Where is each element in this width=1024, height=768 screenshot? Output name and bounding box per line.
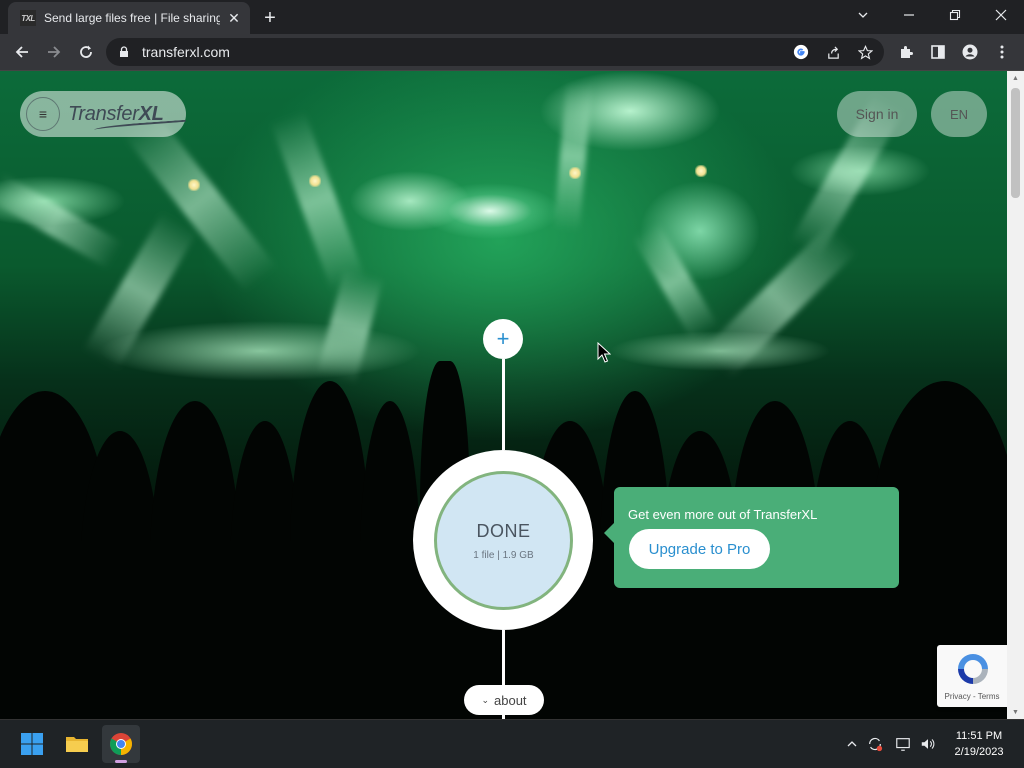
sync-icon[interactable] [866, 735, 884, 753]
minimize-button[interactable] [886, 0, 932, 30]
sign-in-button[interactable]: Sign in [837, 91, 917, 137]
logo-text-regular: Transfer [68, 102, 139, 125]
logo-pill: ≡ TransferXL [20, 91, 187, 137]
mouse-cursor-icon [597, 342, 611, 363]
system-clock[interactable]: 11:51 PM 2/19/2023 [944, 728, 1014, 760]
stage-light [695, 165, 707, 177]
recaptcha-badge[interactable]: Privacy - Terms [937, 645, 1007, 707]
chevron-up-icon[interactable] [843, 735, 861, 753]
stage-light [569, 167, 581, 179]
share-icon[interactable] [824, 43, 842, 61]
stage-light-beam [0, 173, 124, 269]
upgrade-button[interactable]: Upgrade to Pro [629, 529, 770, 569]
windows-taskbar: 11:51 PM 2/19/2023 [0, 719, 1024, 768]
stage-light-beam [632, 221, 718, 341]
tab-title: Send large files free | File sharing [44, 11, 220, 25]
transfer-status-circle[interactable]: DONE 1 file | 1.9 GB [434, 471, 573, 610]
stage-light-beam [270, 110, 366, 292]
about-button[interactable]: ⌄ about [464, 685, 544, 715]
promo-text: Get even more out of TransferXL [628, 507, 818, 522]
browser-toolbar: transferxl.com [0, 34, 1024, 71]
forward-icon[interactable] [40, 38, 68, 66]
recaptcha-icon [958, 654, 988, 684]
more-icon[interactable] [988, 38, 1016, 66]
google-icon[interactable] [792, 43, 810, 61]
stage-light [188, 179, 200, 191]
chevron-down-icon: ⌄ [481, 694, 489, 705]
recaptcha-links[interactable]: Privacy - Terms [937, 692, 1007, 701]
restore-button[interactable] [932, 0, 978, 30]
chrome-icon[interactable] [102, 725, 140, 763]
language-button[interactable]: EN [931, 91, 987, 137]
timeline-line [502, 359, 505, 450]
page-content: ≡ TransferXL Sign in EN + DONE 1 file | … [0, 71, 1007, 719]
side-panel-icon[interactable] [924, 38, 952, 66]
scroll-down-icon[interactable]: ▼ [1007, 705, 1024, 719]
file-info: 1 file | 1.9 GB [473, 549, 534, 561]
scrollbar-thumb[interactable] [1011, 88, 1020, 198]
star-icon[interactable] [856, 43, 874, 61]
stage-light-beam [553, 80, 593, 232]
stage-light-beam [702, 223, 858, 379]
extensions-icon[interactable] [892, 38, 920, 66]
browser-tab[interactable]: TXL Send large files free | File sharing… [8, 2, 250, 34]
lock-icon[interactable] [118, 46, 130, 58]
network-icon[interactable] [894, 735, 912, 753]
menu-button[interactable]: ≡ [26, 97, 60, 131]
reload-icon[interactable] [72, 38, 100, 66]
status-label: DONE [476, 520, 531, 541]
active-app-indicator [115, 760, 127, 763]
windows-start-icon[interactable] [13, 725, 51, 763]
tab-search-icon[interactable] [840, 0, 886, 30]
url-text: transferxl.com [142, 44, 230, 60]
close-window-button[interactable] [978, 0, 1024, 30]
clock-date: 2/19/2023 [954, 746, 1004, 758]
stage-light [309, 175, 321, 187]
back-icon[interactable] [8, 38, 36, 66]
page-scrollbar[interactable]: ▲ ▼ [1007, 71, 1024, 719]
new-tab-button[interactable]: + [258, 6, 282, 30]
clock-time: 11:51 PM [955, 730, 1003, 742]
scroll-up-icon[interactable]: ▲ [1007, 71, 1024, 85]
tab-strip: TXL Send large files free | File sharing… [0, 0, 1024, 34]
about-label: about [494, 692, 527, 708]
site-favicon-icon: TXL [20, 10, 36, 26]
volume-icon[interactable] [919, 735, 937, 753]
file-explorer-icon[interactable] [58, 725, 96, 763]
close-tab-icon[interactable]: ✕ [226, 10, 242, 26]
add-files-button[interactable]: + [483, 319, 523, 359]
profile-icon[interactable] [956, 38, 984, 66]
upgrade-promo: Get even more out of TransferXL Upgrade … [604, 487, 899, 588]
address-bar[interactable]: transferxl.com [106, 38, 884, 66]
